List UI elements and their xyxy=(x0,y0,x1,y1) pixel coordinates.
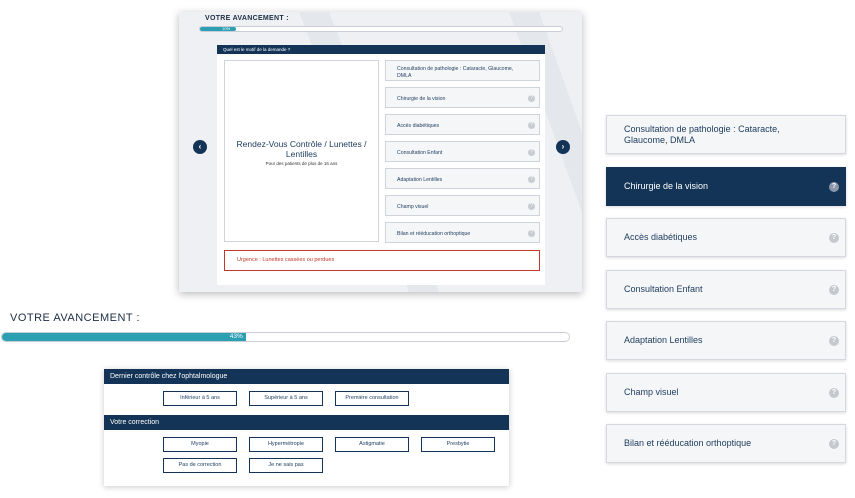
help-icon[interactable]: ? xyxy=(528,95,535,102)
help-icon[interactable]: ? xyxy=(829,336,839,346)
help-icon[interactable]: ? xyxy=(829,181,839,192)
option-label: Consultation de pathologie : Cataracte, … xyxy=(397,65,514,79)
main-choice-subtitle: Pour des patients de plus de 16 ans xyxy=(265,161,338,166)
help-icon[interactable]: ? xyxy=(829,387,839,398)
progress-bar: 10% xyxy=(199,26,563,32)
main-choice-card[interactable]: Rendez-Vous Contrôle / Lunettes / Lentil… xyxy=(224,60,379,242)
choice-superieur-a-5-ans-button[interactable]: Supérieur à 5 ans xyxy=(249,391,323,406)
question-panel: Quel est le motif de la demande ? Rendez… xyxy=(217,45,545,285)
option-consultation-enfant[interactable]: Consultation Enfant? xyxy=(606,269,846,309)
section-last-checkup-header: Dernier contrôle chez l'ophtalmologue xyxy=(104,369,509,384)
option-label: Bilan et rééducation orthoptique xyxy=(397,231,471,237)
option-label: Champ visuel xyxy=(397,204,429,210)
option-bilan-et-reeducation-orthoptique[interactable]: Bilan et rééducation orthoptique? xyxy=(606,424,846,463)
choice-presbytie-button[interactable]: Presbytie xyxy=(421,437,495,452)
option-adaptation-lentilles[interactable]: Adaptation Lentilles? xyxy=(606,321,846,360)
choice-premiere-consultation-button[interactable]: Première consultation xyxy=(335,391,409,406)
urgence-button[interactable]: Urgence : Lunettes cassées ou perdues xyxy=(224,250,540,271)
question-header: Quel est le motif de la demande ? xyxy=(217,45,545,54)
option-consultation-de-pathologie-cataracte-glaucome-dmla[interactable]: Consultation de pathologie : Cataracte, … xyxy=(606,115,846,154)
prev-arrow-button[interactable]: ‹ xyxy=(193,140,207,154)
choice-astigmatie-button[interactable]: Astigmatie xyxy=(335,437,409,452)
chevron-left-icon: ‹ xyxy=(198,142,202,151)
option-label: Adaptation Lentilles xyxy=(624,335,703,345)
correction-options-row-1: Myopie Hypermétropie Astigmatie Presbytie xyxy=(104,430,509,452)
next-arrow-button[interactable]: › xyxy=(556,140,570,154)
option-label: Accès diabétiques xyxy=(397,123,440,129)
option-label: Accès diabétiques xyxy=(624,232,698,242)
help-icon[interactable]: ? xyxy=(829,233,839,243)
choice-inferieur-a-5-ans-button[interactable]: Inférieur à 5 ans xyxy=(163,391,237,406)
option-chirurgie-de-la-vision[interactable]: Chirurgie de la vision? xyxy=(385,87,540,108)
last-checkup-options: Inférieur à 5 ans Supérieur à 5 ans Premiè… xyxy=(104,384,509,415)
right-option-list: Consultation de pathologie : Cataracte, … xyxy=(606,115,846,476)
option-label: Consultation Enfant xyxy=(624,283,703,294)
choice-myopie-button[interactable]: Myopie xyxy=(163,437,237,452)
option-consultation-enfant[interactable]: Consultation Enfant? xyxy=(385,141,540,162)
option-adaptation-lentilles[interactable]: Adaptation Lentilles? xyxy=(385,168,540,189)
help-icon[interactable]: ? xyxy=(829,439,839,449)
option-label: Chirurgie de la vision xyxy=(624,180,709,191)
progress-bar-large: 43% xyxy=(1,332,570,342)
option-list: Consultation de pathologie : Cataracte, … xyxy=(385,60,540,249)
help-icon[interactable]: ? xyxy=(528,149,535,156)
option-label: Adaptation Lentilles xyxy=(397,177,443,183)
help-icon[interactable]: ? xyxy=(829,284,839,295)
option-champ-visuel[interactable]: Champ visuel? xyxy=(606,372,846,412)
section-correction-header: Votre correction xyxy=(104,415,509,430)
chevron-right-icon: › xyxy=(561,142,565,151)
option-champ-visuel[interactable]: Champ visuel? xyxy=(385,195,540,216)
correction-options-row-2: Pas de correction Je ne sais pas xyxy=(104,452,509,473)
top-screenshot-card: VOTRE AVANCEMENT : 10% ‹ › Quel est le m… xyxy=(179,12,582,292)
progress-title-large: VOTRE AVANCEMENT : xyxy=(10,312,141,324)
help-icon[interactable]: ? xyxy=(528,230,535,237)
option-chirurgie-de-la-vision[interactable]: Chirurgie de la vision? xyxy=(606,166,846,206)
help-icon[interactable]: ? xyxy=(528,122,535,129)
main-choice-title: Rendez-Vous Contrôle / Lunettes / Lentil… xyxy=(236,139,367,159)
choice-hypermetropie-button[interactable]: Hypermétropie xyxy=(249,437,323,452)
option-label: Consultation Enfant xyxy=(397,150,443,156)
option-label: Consultation de pathologie : Cataracte, … xyxy=(624,123,780,145)
progress-title: VOTRE AVANCEMENT : xyxy=(205,15,289,22)
option-consultation-de-pathologie-cataracte-glaucome-dmla[interactable]: Consultation de pathologie : Cataracte, … xyxy=(385,60,540,81)
choice-je-ne-sais-pas-button[interactable]: Je ne sais pas xyxy=(249,458,323,473)
help-icon[interactable]: ? xyxy=(528,176,535,183)
help-icon[interactable]: ? xyxy=(528,203,535,210)
option-label: Bilan et rééducation orthoptique xyxy=(624,438,752,448)
form-card: Dernier contrôle chez l'ophtalmologue In… xyxy=(104,369,509,486)
option-acces-diabetiques[interactable]: Accès diabétiques? xyxy=(385,114,540,135)
option-bilan-et-reeducation-orthoptique[interactable]: Bilan et rééducation orthoptique? xyxy=(385,222,540,243)
option-acces-diabetiques[interactable]: Accès diabétiques? xyxy=(606,218,846,257)
option-label: Champ visuel xyxy=(624,386,679,397)
option-label: Chirurgie de la vision xyxy=(397,96,446,102)
progress-bar-fill: 10% xyxy=(200,27,237,31)
choice-pas-de-correction-button[interactable]: Pas de correction xyxy=(163,458,237,473)
progress-bar-large-fill: 43% xyxy=(2,333,246,341)
